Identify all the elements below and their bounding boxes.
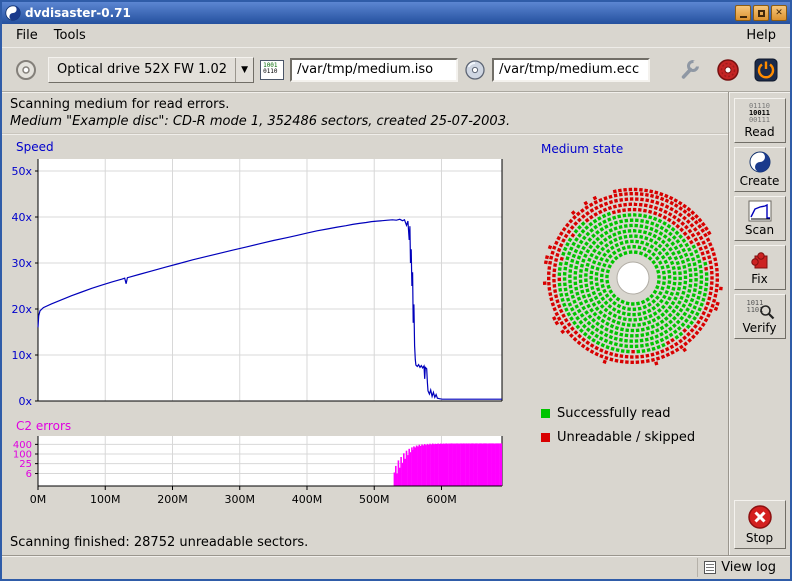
svg-text:25: 25 [19,459,32,470]
scan-chart-icon [748,200,772,222]
status-line-1: Scanning medium for read errors. [10,97,720,112]
charts-row: Speed 0x10x20x30x40x50x C2 errors 625100… [2,138,728,520]
medium-state-title: Medium state [541,142,733,156]
menu-tools[interactable]: Tools [46,26,94,45]
svg-text:30x: 30x [11,257,32,270]
content: Scanning medium for read errors. Medium … [2,92,790,555]
close-icon: ✕ [775,8,783,18]
view-log-button[interactable]: View log [697,558,782,577]
binary-read-icon: 01110 10011 00111 [749,102,770,124]
main-area: Scanning medium for read errors. Medium … [2,92,728,555]
yin-yang-icon [749,151,771,173]
menu-file[interactable]: File [8,26,46,45]
red-disc-icon [716,58,740,82]
toolbar: Optical drive 52X FW 1.02 ▼ 1001 0110 [2,47,790,92]
scan-result-status: Scanning finished: 28752 unreadable sect… [2,532,728,555]
scan-button[interactable]: Scan [734,196,786,241]
chevron-down-icon: ▼ [235,58,253,82]
svg-text:100: 100 [13,450,32,461]
disc-visualization [533,178,733,378]
iso-path-input[interactable] [290,58,458,82]
preferences-button[interactable] [674,54,706,86]
svg-text:200M: 200M [157,493,188,506]
drive-select[interactable]: Optical drive 52X FW 1.02 ▼ [48,57,254,83]
speed-chart-title: Speed [16,140,517,154]
log-icon [704,561,716,574]
iso-file-icon: 1001 0110 [260,60,284,80]
menu-help[interactable]: Help [738,26,784,45]
minimize-icon [740,16,747,18]
svg-text:400: 400 [13,440,32,451]
wrench-icon [678,58,702,82]
app-yin-yang-icon [5,5,21,21]
power-icon [754,58,778,82]
svg-text:600M: 600M [426,493,457,506]
read-button[interactable]: 01110 10011 00111 Read [734,98,786,143]
ecc-disc-icon [464,59,486,81]
statusbar: View log [2,555,790,579]
menubar: File Tools Help [2,24,790,47]
svg-text:20x: 20x [11,303,32,316]
titlebar[interactable]: dvdisaster-0.71 ✕ [2,2,790,24]
view-log-label: View log [721,560,776,575]
svg-text:400M: 400M [292,493,323,506]
c2-errors-chart: 625100400 0M 100M 200M 300M 400M 500M 600M [2,434,507,516]
quit-button[interactable] [750,54,782,86]
svg-text:6: 6 [26,469,32,480]
puzzle-icon [748,249,772,271]
legend-item-read: Successfully read [541,406,733,421]
svg-text:300M: 300M [224,493,255,506]
app-window: dvdisaster-0.71 ✕ File Tools Help Optica… [0,0,792,581]
verify-button[interactable]: 1011 1101 Verify [734,294,786,339]
speed-chart: 0x 10x 20x 30x 40x 50x [2,155,507,409]
legend-green-square [541,409,550,418]
binary-magnifier-icon: 1011 1101 [745,298,775,320]
stop-x-icon [747,504,773,530]
svg-text:100M: 100M [90,493,121,506]
svg-text:40x: 40x [11,211,32,224]
svg-text:0M: 0M [30,493,47,506]
svg-text:10x: 10x [11,349,32,362]
medium-state-legend: Successfully read Unreadable / skipped [541,406,733,445]
legend-label-unreadable: Unreadable / skipped [557,430,695,445]
maximize-button[interactable] [753,5,769,21]
svg-text:500M: 500M [359,493,390,506]
drive-disc-icon [14,58,38,82]
medium-state-panel: Medium state Successfully read Unreadabl… [517,138,733,520]
charts-column: Speed 0x10x20x30x40x50x C2 errors 625100… [2,138,517,520]
c2-chart-title: C2 errors [16,419,517,433]
stop-button[interactable]: Stop [734,500,786,549]
maximize-icon [758,10,765,17]
disc-visualization-wrap [533,178,733,382]
drive-button[interactable] [10,54,42,86]
status-message-block: Scanning medium for read errors. Medium … [2,92,728,134]
logo-button[interactable] [712,54,744,86]
svg-text:0x: 0x [18,395,32,408]
close-button[interactable]: ✕ [771,5,787,21]
action-sidebar: 01110 10011 00111 Read Create [728,92,790,555]
fix-button[interactable]: Fix [734,245,786,290]
legend-item-unreadable: Unreadable / skipped [541,430,733,445]
minimize-button[interactable] [735,5,751,21]
svg-text:50x: 50x [11,165,32,178]
drive-select-value: Optical drive 52X FW 1.02 [49,62,235,77]
window-title: dvdisaster-0.71 [25,6,733,20]
legend-label-read: Successfully read [557,406,670,421]
status-line-2: Medium "Example disc": CD-R mode 1, 3524… [10,114,720,129]
legend-red-square [541,433,550,442]
ecc-path-input[interactable] [492,58,650,82]
create-button[interactable]: Create [734,147,786,192]
